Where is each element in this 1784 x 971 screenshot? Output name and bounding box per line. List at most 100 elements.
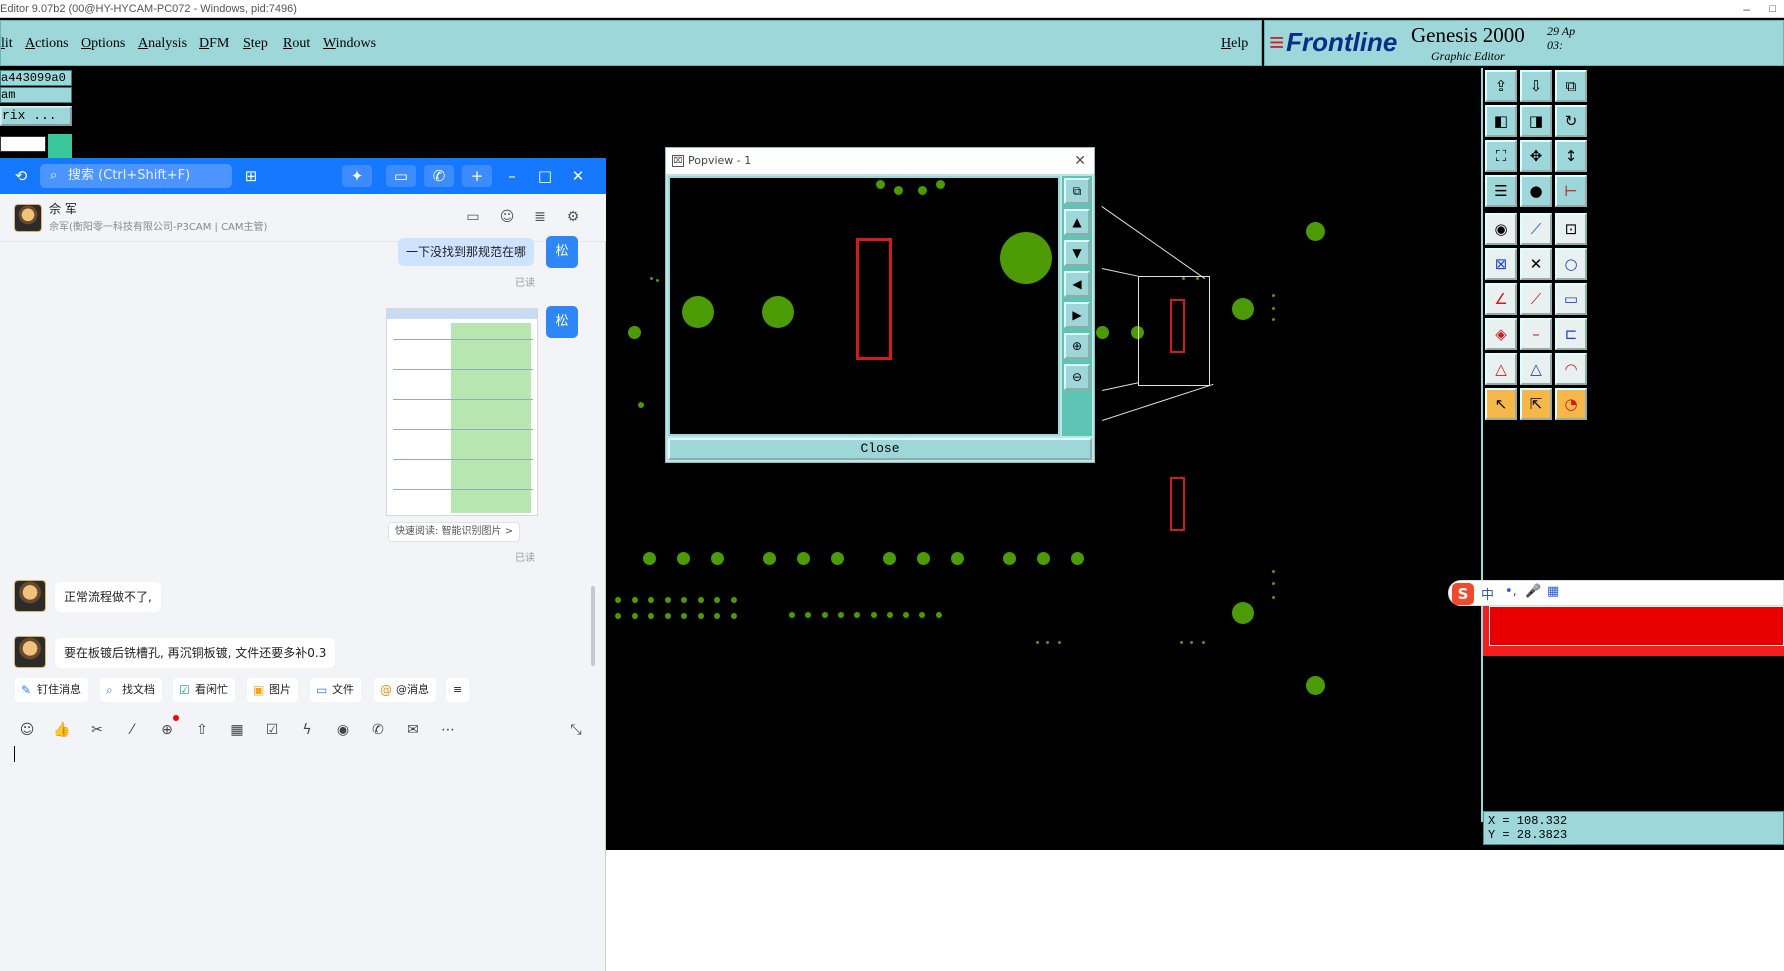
- microphone-icon[interactable]: 🎤: [1525, 584, 1541, 599]
- popview-close-icon[interactable]: ✕: [1074, 148, 1086, 174]
- tool-select-pad-icon[interactable]: ◉: [1485, 213, 1517, 245]
- apps-icon[interactable]: ⊞: [240, 165, 262, 187]
- chat-scrollbar[interactable]: [591, 586, 595, 666]
- my-avatar[interactable]: 松: [546, 236, 578, 268]
- tool-move-right-icon[interactable]: ◨: [1520, 105, 1552, 137]
- menu-analysis[interactable]: Analysis: [138, 36, 187, 52]
- menu-rout[interactable]: Rout: [283, 36, 310, 52]
- slash-command-icon[interactable]: ⁄: [122, 720, 142, 740]
- popview-zoom-out-icon[interactable]: ⊖: [1064, 364, 1090, 390]
- tool-open-icon[interactable]: ⇪: [1485, 70, 1517, 102]
- minimize-chat-icon[interactable]: –: [501, 165, 523, 187]
- tool-circle-icon[interactable]: ○: [1555, 248, 1587, 280]
- tool-save-icon[interactable]: ⇩: [1520, 70, 1552, 102]
- menu-dfm[interactable]: DFM: [199, 36, 229, 52]
- layer-input[interactable]: [0, 136, 46, 152]
- popview-close-button[interactable]: Close: [668, 438, 1092, 460]
- ime-punctuation-toggle[interactable]: •,: [1505, 584, 1517, 599]
- image-button[interactable]: ▣ 图片: [247, 678, 298, 702]
- tool-mirror-icon[interactable]: ↕: [1555, 140, 1587, 172]
- task-icon[interactable]: ☑: [262, 720, 282, 740]
- emoji-icon[interactable]: ☺: [17, 720, 37, 740]
- contact-avatar[interactable]: [14, 636, 46, 668]
- tool-move-left-icon[interactable]: ◧: [1485, 105, 1517, 137]
- popview-zoom-in-icon[interactable]: ⊕: [1064, 333, 1090, 359]
- find-doc-button[interactable]: ⌕ 找文档: [100, 678, 162, 702]
- tool-arc-icon[interactable]: ◠: [1555, 353, 1587, 385]
- scissors-icon[interactable]: ✂: [87, 720, 107, 740]
- calendar-icon[interactable]: ▦: [227, 720, 247, 740]
- more-icon[interactable]: ⋯: [438, 720, 458, 740]
- my-avatar[interactable]: 松: [546, 306, 578, 338]
- busy-status-button[interactable]: ☑ 看闲忙: [173, 678, 235, 702]
- tool-line-icon[interactable]: ⟋: [1520, 213, 1552, 245]
- add-member-icon[interactable]: ☺: [498, 208, 516, 226]
- tool-rect-icon[interactable]: ▭: [1555, 283, 1587, 315]
- message-bubble-other[interactable]: 正常流程做不了,: [55, 582, 161, 612]
- tool-net-icon[interactable]: ⊢: [1555, 175, 1587, 207]
- settings-icon[interactable]: ⚙: [564, 208, 582, 226]
- screen-share-icon[interactable]: ▭: [386, 165, 416, 187]
- ai-icon[interactable]: ✦: [342, 165, 372, 187]
- message-bubble-mine[interactable]: 一下没找到那规范在哪: [398, 238, 535, 266]
- video-icon[interactable]: ◉: [333, 720, 353, 740]
- phone-icon[interactable]: ✆: [368, 720, 388, 740]
- tool-rotate-cursor-icon[interactable]: ◔: [1555, 388, 1587, 420]
- image-message[interactable]: [386, 308, 538, 516]
- lightning-icon[interactable]: ϟ: [297, 720, 317, 740]
- tool-slash-icon[interactable]: ⟋: [1520, 283, 1552, 315]
- pin-message-button[interactable]: ✎ 钉住消息: [15, 678, 88, 702]
- tool-layer-icon[interactable]: ☰: [1485, 175, 1517, 207]
- tool-copy-icon[interactable]: ⧉: [1555, 70, 1587, 102]
- chat-search-input[interactable]: ⌕ 搜索 (Ctrl+Shift+F): [40, 164, 232, 188]
- popview-zoom-home-icon[interactable]: ⧉: [1064, 178, 1090, 204]
- tool-measure-icon[interactable]: ⊡: [1555, 213, 1587, 245]
- matrix-button[interactable]: rix ...: [0, 106, 72, 126]
- menu-edit[interactable]: lit: [1, 36, 13, 52]
- tool-triangle-icon[interactable]: △: [1485, 353, 1517, 385]
- mention-button[interactable]: @ @消息: [374, 678, 436, 702]
- popview-pan-left-icon[interactable]: ◀: [1064, 271, 1090, 297]
- tool-rotate-icon[interactable]: ↻: [1555, 105, 1587, 137]
- contact-avatar[interactable]: [14, 204, 42, 232]
- more-tools-button[interactable]: ≡: [446, 678, 470, 702]
- file-button[interactable]: ▭ 文件: [310, 678, 361, 702]
- tool-pointer-select-icon[interactable]: ⇱: [1520, 388, 1552, 420]
- tool-pointer-icon[interactable]: ↖: [1485, 388, 1517, 420]
- maximize-button[interactable]: □: [1769, 0, 1776, 18]
- tool-angle-icon[interactable]: ∠: [1485, 283, 1517, 315]
- close-chat-icon[interactable]: ✕: [567, 165, 589, 187]
- popview-pan-right-icon[interactable]: ▶: [1064, 302, 1090, 328]
- tool-triangle-alt-icon[interactable]: △: [1520, 353, 1552, 385]
- sogou-logo-icon[interactable]: S: [1452, 583, 1474, 605]
- minimize-button[interactable]: –: [1743, 0, 1750, 18]
- thumbs-up-icon[interactable]: 👍: [52, 720, 72, 740]
- tool-center-icon[interactable]: ✥: [1520, 140, 1552, 172]
- menu-step[interactable]: Step: [243, 36, 268, 52]
- tool-pad-add-icon[interactable]: ◈: [1485, 318, 1517, 350]
- maximize-chat-icon[interactable]: □: [534, 165, 556, 187]
- popview-pan-down-icon[interactable]: ▼: [1064, 240, 1090, 266]
- add-icon[interactable]: +: [462, 165, 492, 187]
- popview-canvas[interactable]: [668, 176, 1060, 436]
- menu-windows[interactable]: Windows: [323, 36, 376, 52]
- keyboard-icon[interactable]: ▦: [1547, 584, 1559, 599]
- menu-options[interactable]: Options: [81, 36, 125, 52]
- history-icon[interactable]: ⟲: [10, 165, 32, 187]
- tool-fit-icon[interactable]: ⛶: [1485, 140, 1517, 172]
- tool-dash-icon[interactable]: –: [1520, 318, 1552, 350]
- menu-help[interactable]: Help: [1221, 36, 1248, 52]
- quick-read-button[interactable]: 快速阅读: 智能识别图片 >: [388, 522, 521, 542]
- layer-color-swatch[interactable]: [48, 134, 72, 158]
- tool-probe-icon[interactable]: ●: [1520, 175, 1552, 207]
- upload-icon[interactable]: ⇧: [192, 720, 212, 740]
- call-icon[interactable]: ✆: [424, 165, 454, 187]
- folder-icon[interactable]: ▭: [464, 208, 482, 226]
- tool-bracket-icon[interactable]: ⊏: [1555, 318, 1587, 350]
- tool-snap-icon[interactable]: ⊠: [1485, 248, 1517, 280]
- search-history-icon[interactable]: ≣: [531, 208, 549, 226]
- ime-chinese-toggle[interactable]: 中: [1481, 584, 1494, 603]
- contact-avatar[interactable]: [14, 580, 46, 612]
- menu-actions[interactable]: Actions: [25, 36, 69, 52]
- new-doc-icon[interactable]: ⊕: [157, 720, 177, 740]
